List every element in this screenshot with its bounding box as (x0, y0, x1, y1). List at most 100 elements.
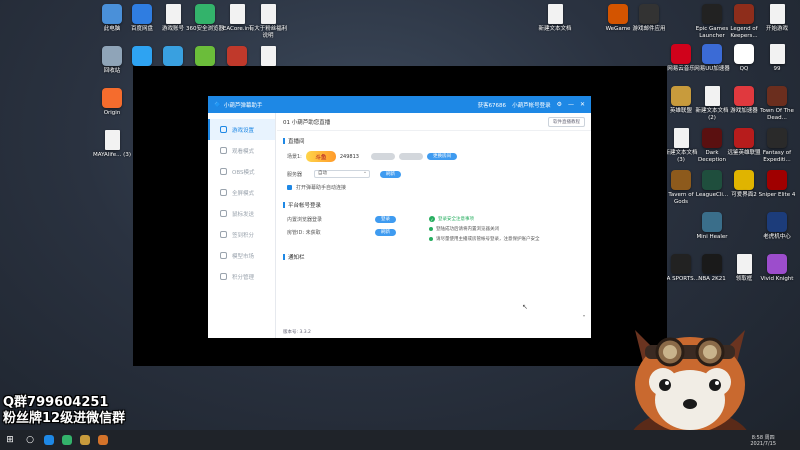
bullet-icon (429, 237, 433, 241)
doc-icon (165, 4, 181, 24)
server-select[interactable]: 自动 (314, 169, 371, 178)
section-notify: 通知栏 (277, 249, 311, 263)
desktop-shortcut[interactable]: Fantasy of Expediti... (757, 128, 797, 164)
game-icon (734, 128, 754, 148)
mouse-cursor-icon: ↖ (522, 303, 528, 311)
room-gray-button-2[interactable] (398, 153, 423, 160)
desktop-shortcut[interactable]: 老虎机中心 (757, 212, 797, 241)
taskbar-clock: 8:58 周四 2021/7/15 (750, 435, 776, 447)
scroll-down-icon[interactable]: ▾ (583, 313, 585, 318)
origin-icon (102, 88, 122, 108)
sidebar-item[interactable]: 全屏模式 (208, 182, 275, 203)
server-refresh-button[interactable]: 刷新 (380, 170, 402, 178)
obs-icon (220, 168, 227, 175)
window-title: 小葫芦弹幕助手 (223, 102, 263, 109)
desktop-shortcut[interactable]: 开始游戏 (757, 4, 797, 33)
main-header: 01 小葫芦助您直播 软件直播教程 (277, 113, 591, 131)
section-live-room-title: 直播间 (288, 139, 305, 145)
room-gray-button-1[interactable] (370, 153, 395, 160)
desktop-shortcut[interactable]: Origin (92, 88, 132, 117)
windows-start-icon[interactable]: ⊞ (4, 434, 16, 446)
sidebar-item-label: 全屏模式 (232, 190, 255, 197)
desktop-shortcut-label: QQ (739, 66, 749, 72)
settings-icon (220, 126, 227, 133)
lol-icon (671, 86, 691, 106)
taskbar-app-lol-icon[interactable] (80, 435, 90, 445)
room-manager-refresh-button[interactable]: 刷新 (375, 229, 396, 236)
desktop-shortcut-label: 回收站 (103, 68, 121, 74)
help-tutorial-button[interactable]: 软件直播教程 (548, 116, 585, 127)
game-icon (639, 4, 659, 24)
desktop-shortcut-label: 领取框 (735, 276, 753, 282)
browser-icon (195, 4, 215, 24)
doc-icon (673, 128, 689, 148)
doc-icon (736, 254, 752, 274)
room-row: 场景1: 斗鱼 249813 更换房间 (287, 151, 457, 162)
bullet-icon (429, 227, 433, 231)
settings-icon[interactable]: ⚙ (557, 101, 562, 108)
desktop-shortcut[interactable]: 有大于粉丝福利说明 (248, 4, 288, 40)
sidebar-item[interactable]: OBS模式 (208, 161, 275, 182)
desktop-shortcut[interactable]: MAYAlife... (3) (92, 130, 132, 159)
change-room-button[interactable]: 更换房间 (426, 153, 457, 160)
room-id: 249813 (339, 153, 359, 160)
auto-connect-label: 打开弹幕助手自动连接 (296, 185, 347, 191)
calendar-icon (220, 231, 227, 238)
taskbar-app-browser-icon[interactable] (44, 435, 54, 445)
browser-login-button[interactable]: 登录 (375, 216, 396, 223)
room-label: 场景1: (287, 154, 302, 160)
desktop-shortcut-label: Mini Healer (696, 234, 728, 240)
desktop-shortcut-label: WeGame (605, 26, 631, 32)
desktop-shortcut-label: Town Of The Dead... (760, 108, 794, 121)
desktop-shortcut[interactable]: Sniper Elite 4 (757, 170, 797, 199)
doc-icon (260, 4, 276, 24)
game-icon (671, 254, 691, 274)
tip-header-text: 登录安全注意事项 (438, 217, 474, 222)
sidebar-item[interactable]: 积分管理 (208, 266, 275, 287)
customer-id-label: 获客67686 (477, 102, 507, 109)
main-panel: 01 小葫芦助您直播 软件直播教程 直播间 场景1: 斗鱼 249813 更换房… (277, 113, 591, 338)
search-icon[interactable]: ○ (24, 434, 36, 446)
points-icon (220, 273, 227, 280)
desktop-shortcut[interactable]: 新建文本文档 (535, 4, 575, 33)
sidebar-item[interactable]: 模型市场 (208, 245, 275, 266)
game-icon (767, 212, 787, 232)
desktop-shortcut[interactable] (248, 46, 288, 68)
sidebar-item[interactable]: 鼠标发送 (208, 203, 275, 224)
taskbar-app-active-icon[interactable] (98, 435, 108, 445)
game-icon (734, 86, 754, 106)
desktop-shortcut[interactable]: Mini Healer (692, 212, 732, 241)
desktop-shortcut[interactable]: Vivid Knight (757, 254, 797, 283)
market-icon (220, 252, 227, 259)
game-icon (767, 128, 787, 148)
sidebar-item[interactable]: 游戏设置 (208, 119, 275, 140)
desktop-shortcut-label: 游戏账号 (161, 26, 184, 32)
sidebar-item[interactable]: 观看模式 (208, 140, 275, 161)
tip-item-text: 请尽量使用主播或房管帐号登录，注意保护账户安全 (436, 237, 540, 242)
doc-icon (769, 44, 785, 64)
desktop-shortcut-label: 可爱界面2 (731, 192, 757, 198)
auto-connect-checkbox[interactable] (287, 185, 292, 190)
desktop-shortcut-label: 远鉴英雄联盟 (727, 150, 761, 156)
mouse-icon (220, 210, 227, 217)
taskbar-app-360-icon[interactable] (62, 435, 72, 445)
browser-login-label: 内置浏览器登录 (287, 217, 323, 223)
minimize-icon[interactable]: — (568, 101, 574, 108)
music-icon (671, 44, 691, 64)
desktop-shortcut[interactable]: Town Of The Dead... (757, 86, 797, 122)
desktop-shortcut[interactable]: 游戏邮件应用 (629, 4, 669, 33)
qq-icon (734, 44, 754, 64)
play-icon (132, 46, 152, 66)
sidebar-item[interactable]: 签到积分 (208, 224, 275, 245)
desktop-shortcut-label: 英雄联盟 (669, 108, 692, 114)
account-login-link[interactable]: 小葫芦帐号登录 (512, 101, 551, 109)
sidebar-item-label: 游戏设置 (232, 127, 255, 134)
douyu-logo: 斗鱼 (305, 151, 336, 162)
desktop-shortcut[interactable]: 99 (757, 44, 797, 73)
red-panda-avatar (630, 330, 750, 450)
game-icon (702, 212, 722, 232)
main-title: 01 小葫芦助您直播 (283, 119, 331, 126)
desktop-shortcut-label: 百度网盘 (130, 26, 153, 32)
stream-fan-badge-text: 粉丝牌12级进微信群 (3, 411, 126, 426)
close-icon[interactable]: ✕ (580, 101, 585, 108)
